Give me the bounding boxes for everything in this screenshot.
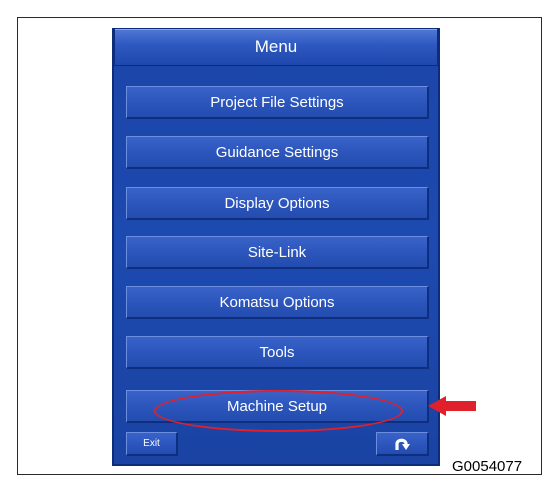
- guidance-settings-button[interactable]: Guidance Settings: [126, 136, 429, 169]
- site-link-button[interactable]: Site-Link: [126, 236, 429, 269]
- display-options-button[interactable]: Display Options: [126, 187, 429, 220]
- project-file-settings-button[interactable]: Project File Settings: [126, 86, 429, 119]
- button-label: Display Options: [224, 194, 330, 212]
- highlight-ellipse: [154, 390, 403, 432]
- exit-label: Exit: [143, 438, 160, 449]
- button-label: Site-Link: [247, 243, 307, 261]
- return-arrow-icon: [395, 438, 410, 450]
- figure-id-label: G0054077: [452, 458, 523, 475]
- back-button[interactable]: [376, 432, 429, 456]
- menu-title-bar: Menu: [114, 28, 438, 66]
- menu-title: Menu: [254, 37, 298, 56]
- exit-button[interactable]: Exit: [126, 432, 178, 456]
- komatsu-options-button[interactable]: Komatsu Options: [126, 286, 429, 319]
- button-label: Komatsu Options: [219, 293, 335, 311]
- callout-arrow-icon: [428, 396, 476, 416]
- button-label: Project File Settings: [210, 93, 344, 111]
- tools-button[interactable]: Tools: [126, 336, 429, 369]
- button-label: Guidance Settings: [215, 143, 339, 161]
- button-label: Tools: [259, 343, 295, 361]
